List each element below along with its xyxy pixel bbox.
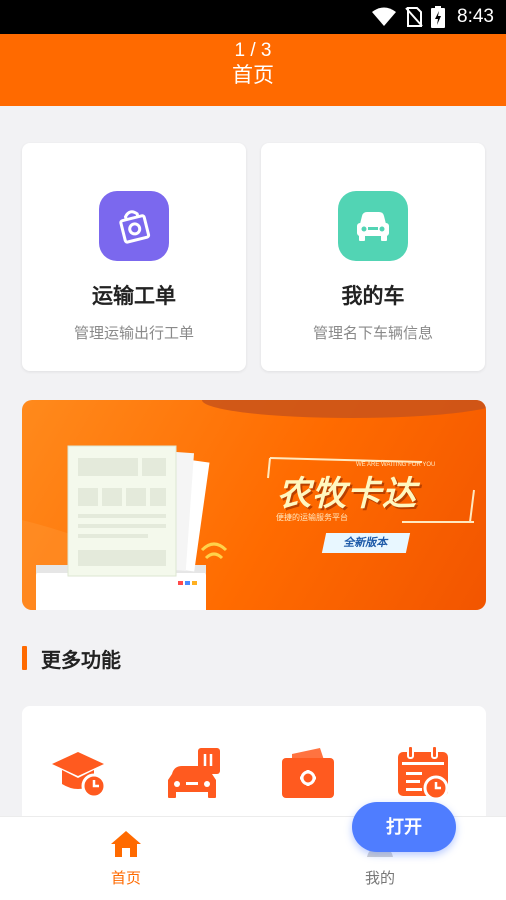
car-icon bbox=[338, 191, 408, 261]
card-subtitle: 管理运输出行工单 bbox=[73, 324, 194, 342]
open-button[interactable]: 打开 bbox=[352, 802, 456, 852]
card-title: 我的车 bbox=[341, 284, 405, 308]
banner-title: 农牧卡达 bbox=[277, 474, 417, 514]
page-title: 首页 bbox=[232, 63, 274, 87]
status-bar: 8:43 bbox=[0, 0, 506, 34]
page-indicator: 1 / 3 bbox=[234, 40, 272, 61]
nav-item-home[interactable]: 首页 bbox=[76, 829, 176, 888]
shopping-bag-icon bbox=[99, 191, 169, 261]
home-icon bbox=[111, 831, 141, 857]
section-title: 更多功能 bbox=[41, 647, 121, 672]
banner-tag: 全新版本 bbox=[321, 533, 411, 553]
section-header: 更多功能 bbox=[22, 645, 121, 672]
transport-order-card[interactable]: 运输工单 管理运输出行工单 bbox=[22, 143, 246, 371]
card-title: 运输工单 bbox=[92, 284, 176, 308]
my-car-card[interactable]: 我的车 管理名下车辆信息 bbox=[261, 143, 485, 371]
no-sim-icon bbox=[405, 7, 423, 27]
nav-label-home: 首页 bbox=[110, 869, 141, 887]
graduation-cap-icon[interactable] bbox=[50, 744, 110, 804]
card-subtitle: 管理名下车辆信息 bbox=[312, 324, 433, 342]
nav-label-mine: 我的 bbox=[364, 869, 395, 887]
wifi-icon bbox=[371, 7, 397, 27]
wallet-icon[interactable] bbox=[278, 744, 338, 804]
battery-charging-icon bbox=[431, 6, 446, 28]
section-accent-bar bbox=[22, 646, 27, 670]
status-time: 8:43 bbox=[457, 6, 494, 27]
calendar-icon[interactable] bbox=[394, 744, 454, 804]
page-header: 1 / 3 首页 bbox=[0, 34, 506, 106]
car-service-icon[interactable] bbox=[164, 744, 224, 804]
